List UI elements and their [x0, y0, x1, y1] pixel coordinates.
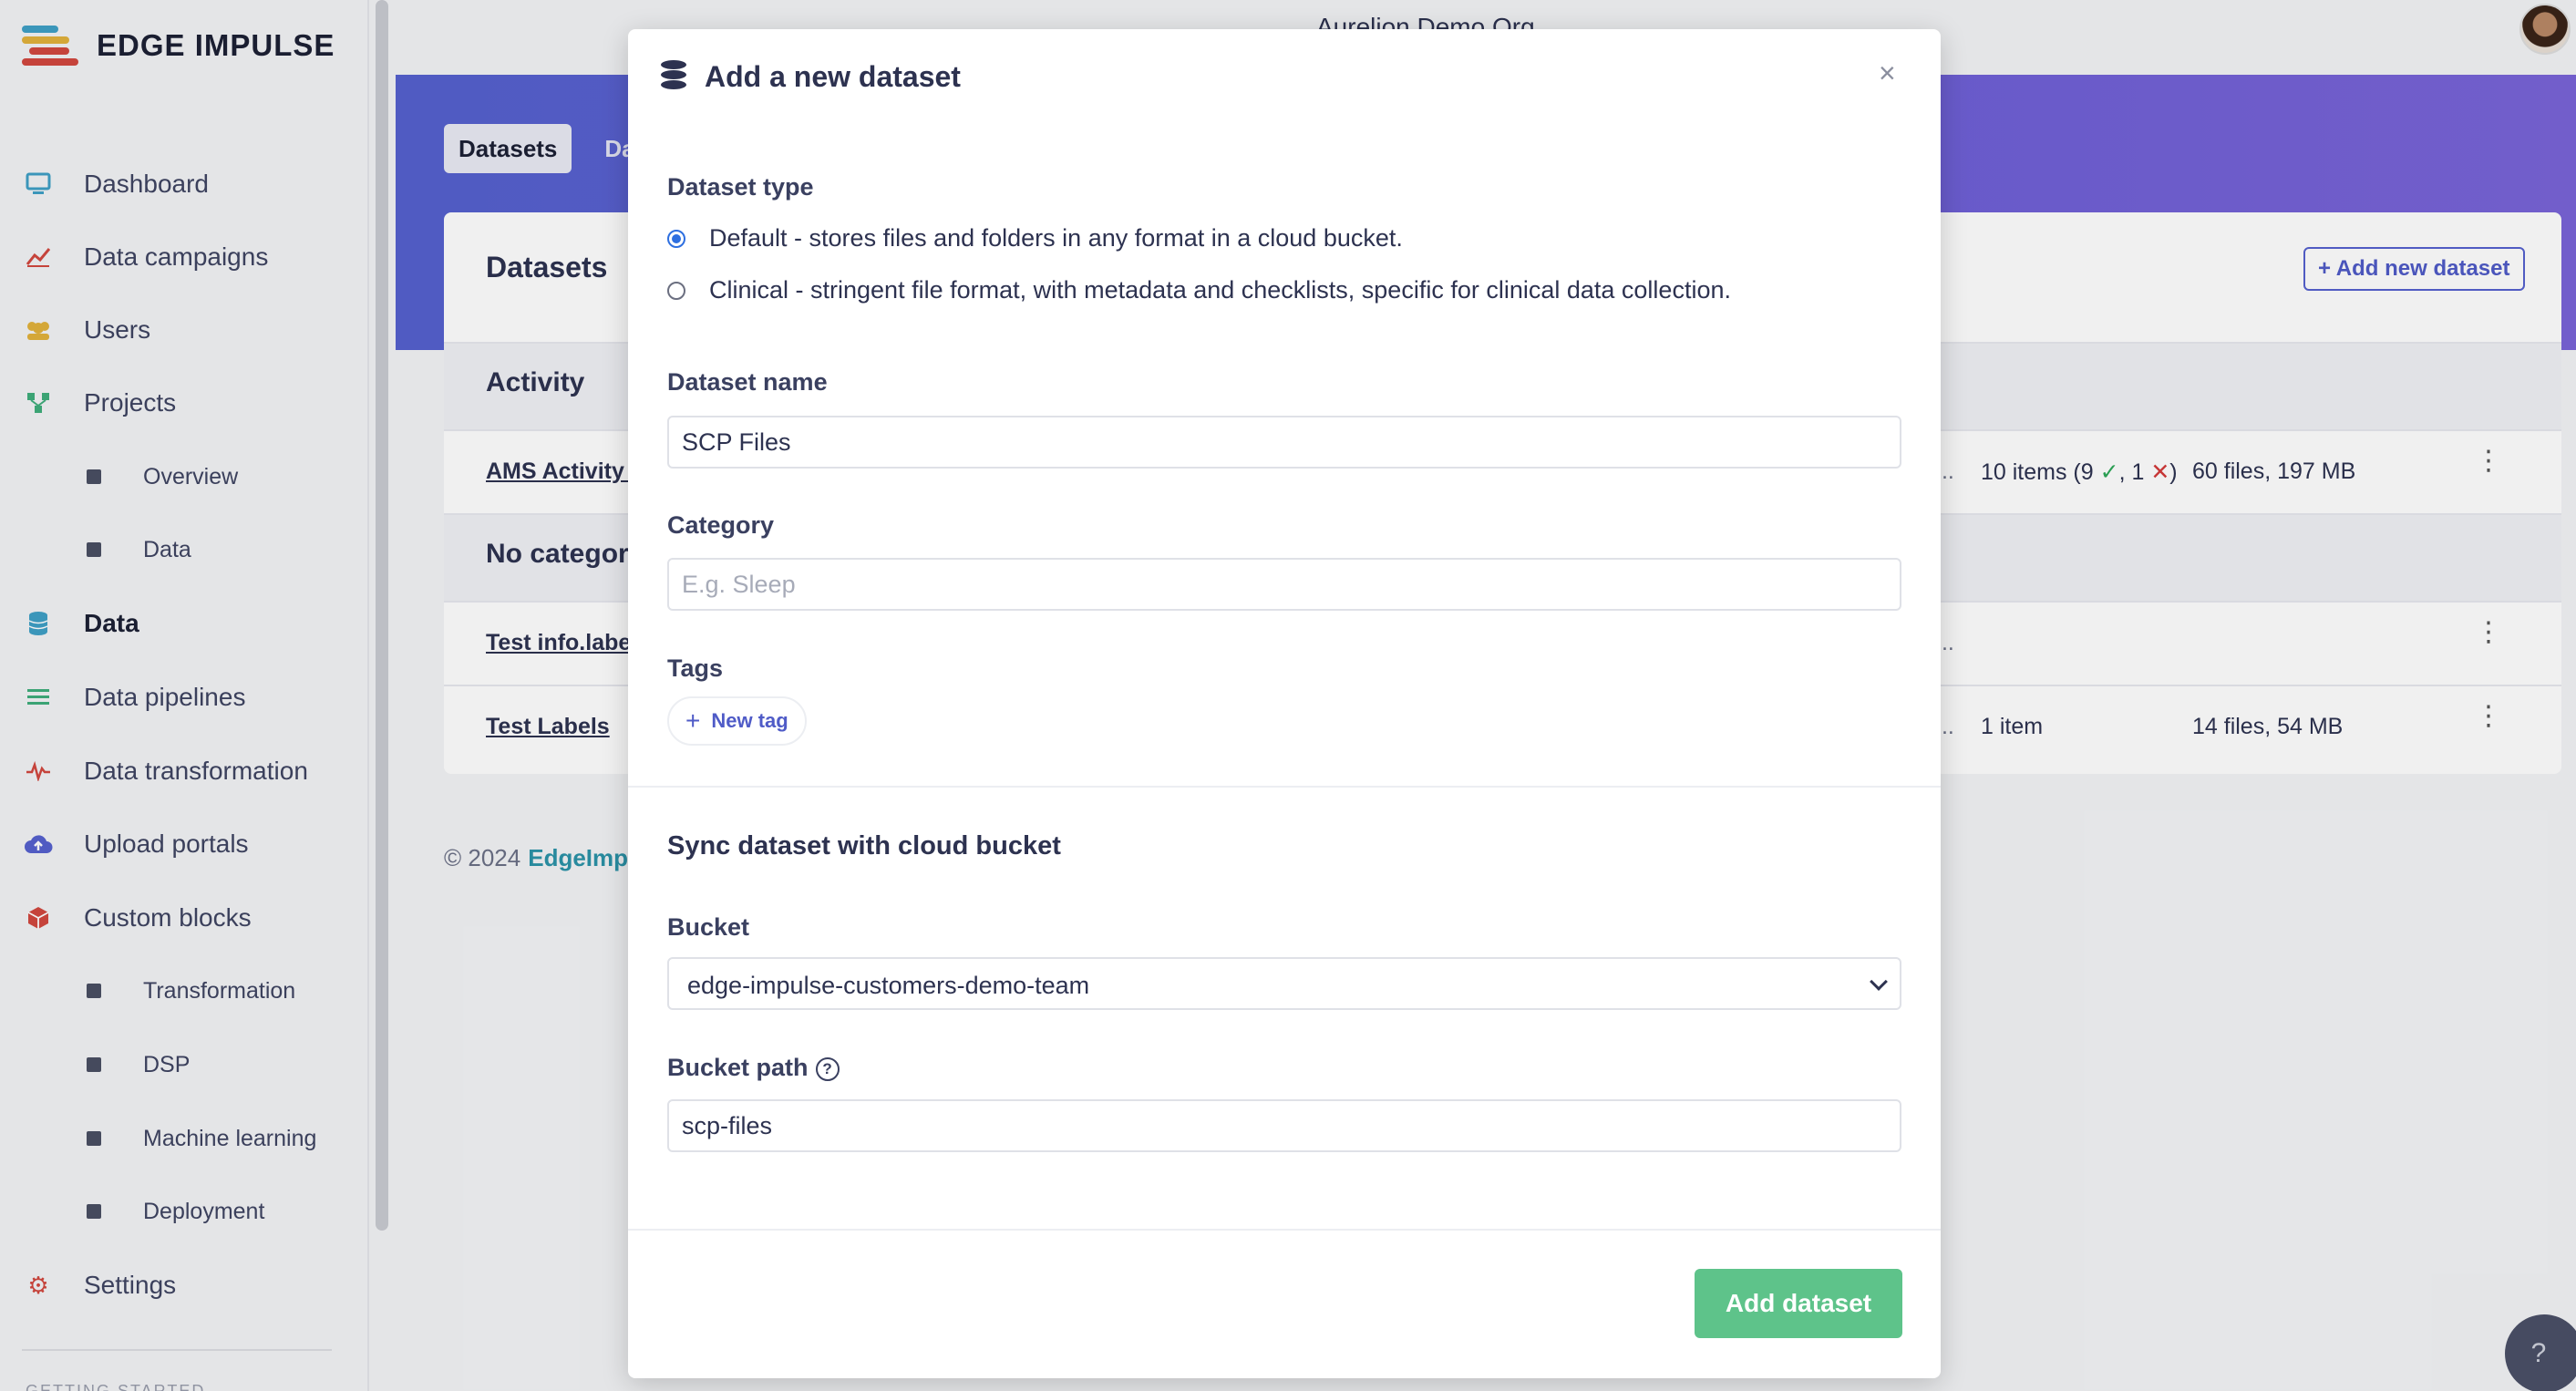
tags-label: Tags: [667, 654, 724, 682]
bucket-select[interactable]: edge-impulse-customers-demo-team: [667, 957, 1901, 1010]
chevron-down-icon: [1870, 973, 1888, 991]
category-input[interactable]: [667, 558, 1901, 611]
category-label: Category: [667, 511, 775, 539]
add-dataset-button[interactable]: Add dataset: [1695, 1269, 1902, 1338]
close-icon[interactable]: ×: [1879, 57, 1896, 90]
modal-header: Add a new dataset ×: [628, 29, 1941, 124]
radio-default[interactable]: Default - stores files and folders in an…: [667, 224, 1403, 252]
sync-section-title: Sync dataset with cloud bucket: [667, 831, 1061, 860]
modal-title: Add a new dataset: [705, 60, 961, 93]
dataset-name-input[interactable]: [667, 416, 1901, 469]
bucket-path-input[interactable]: [667, 1099, 1901, 1152]
bucket-path-label: Bucket path?: [667, 1054, 840, 1082]
bucket-label: Bucket: [667, 913, 750, 941]
divider: [628, 1229, 1941, 1231]
divider: [628, 786, 1941, 788]
help-circle-icon[interactable]: ?: [815, 1056, 840, 1081]
plus-icon: +: [685, 706, 701, 735]
database-icon: [661, 60, 686, 91]
dataset-name-label: Dataset name: [667, 368, 828, 396]
dataset-type-label: Dataset type: [667, 173, 814, 201]
add-dataset-modal: Add a new dataset × Dataset type Default…: [628, 29, 1941, 1378]
radio-button[interactable]: [667, 281, 685, 300]
radio-clinical[interactable]: Clinical - stringent file format, with m…: [667, 276, 1731, 304]
radio-button[interactable]: [667, 229, 685, 248]
new-tag-button[interactable]: + New tag: [667, 696, 807, 746]
